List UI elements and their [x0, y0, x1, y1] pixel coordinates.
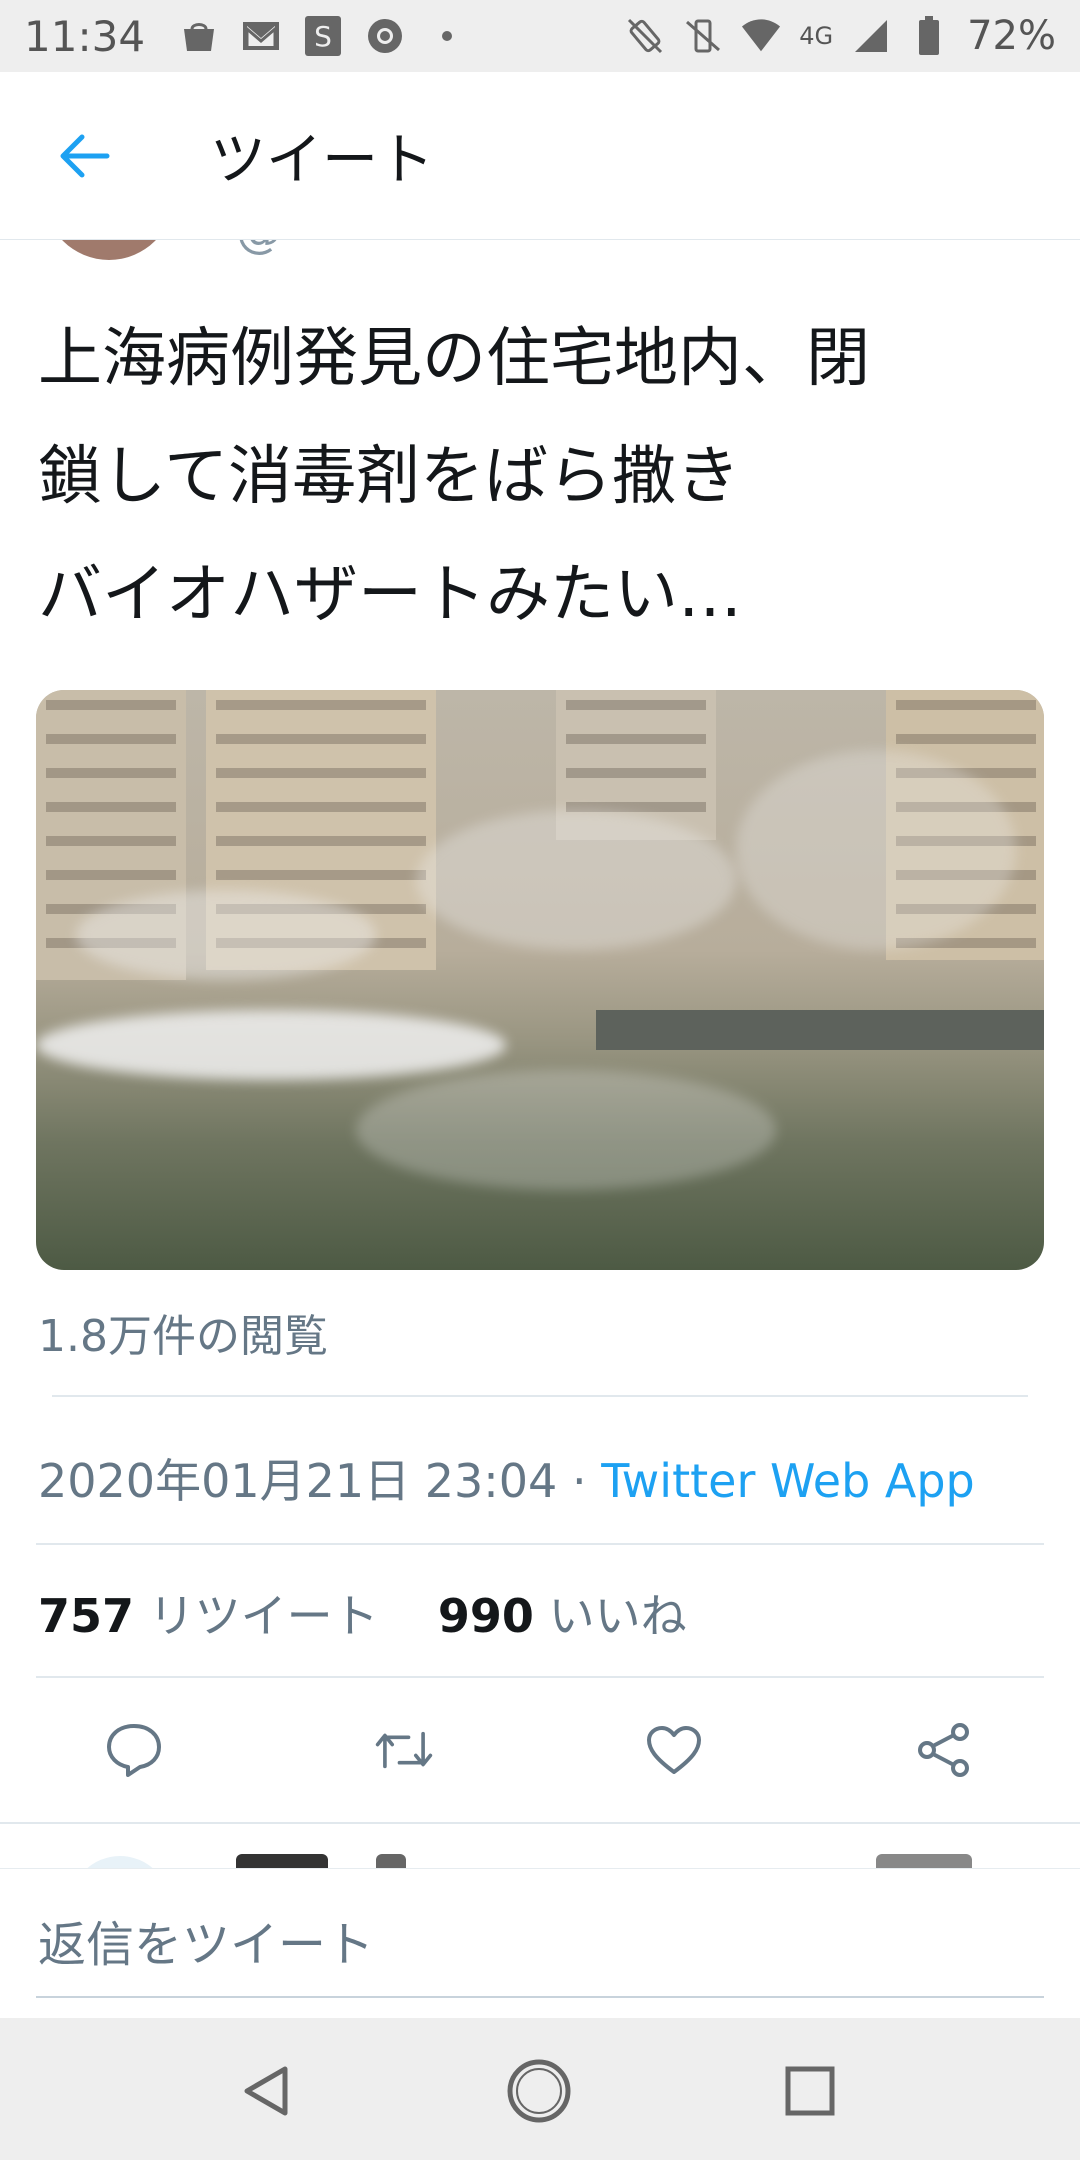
share-icon[interactable]: [914, 1720, 974, 1780]
vibrate-icon: [625, 16, 665, 56]
like-count: 990: [437, 1589, 534, 1643]
battery-icon: [909, 16, 949, 56]
tweet-text-line: バイオハザートみたい…: [38, 558, 742, 632]
author-row: @·····: [0, 240, 1080, 270]
page-title: ツイート: [210, 128, 434, 193]
tweet-text-line: 鎖して消毒剤をばら撒き: [38, 440, 741, 514]
status-bar: 11:34 S 4G 72%: [0, 0, 1080, 72]
like-icon[interactable]: [644, 1720, 704, 1780]
next-reply-peek: [0, 1840, 1080, 1868]
battery-percent: 72%: [967, 13, 1056, 59]
reply-composer: 返信をツイート: [0, 1868, 1080, 2018]
divider: [36, 1543, 1044, 1545]
avatar[interactable]: [44, 240, 174, 260]
system-icons: 4G 72%: [625, 13, 1056, 59]
tweet-text-line: 上海病例発見の住宅地内、閉: [38, 322, 870, 396]
divider: [52, 1395, 1028, 1397]
tweet-media-image[interactable]: [36, 690, 1044, 1270]
wifi-icon: [741, 16, 781, 56]
back-arrow-icon[interactable]: [54, 126, 114, 186]
mute-icon: [683, 16, 723, 56]
divider: [36, 1676, 1044, 1678]
status-time: 11:34: [24, 11, 146, 61]
nav-recents-icon[interactable]: [777, 2058, 843, 2124]
more-dot-icon: [427, 16, 467, 56]
tweet-timestamp: 2020年01月21日 23:04 ·: [38, 1454, 602, 1508]
network-type: 4G: [799, 22, 834, 50]
notification-icons: S: [179, 16, 467, 56]
market-icon: [179, 16, 219, 56]
gmail-icon: [241, 16, 281, 56]
signal-icon: [851, 16, 891, 56]
tweet-text: 上海病例発見の住宅地内、閉 鎖して消毒剤をばら撒き バイオハザートみたい…: [38, 300, 1048, 654]
retweet-count: 757: [38, 1589, 135, 1643]
divider: [0, 1822, 1080, 1824]
svg-text:S: S: [314, 20, 332, 53]
system-navigation-bar: [0, 2018, 1080, 2160]
reply-icon[interactable]: [104, 1720, 164, 1780]
author-handle[interactable]: @·····: [236, 240, 355, 258]
nav-home-icon[interactable]: [506, 2058, 572, 2124]
tweet-meta: 2020年01月21日 23:04 · Twitter Web App: [38, 1445, 975, 1511]
like-label: いいね: [548, 1589, 687, 1643]
retweet-icon[interactable]: [374, 1720, 434, 1780]
retweet-label: リツイート: [148, 1589, 379, 1643]
retweet-stat[interactable]: 757 リツイート: [38, 1589, 379, 1643]
nav-back-icon[interactable]: [234, 2058, 300, 2124]
tweet-stats: 757 リツイート 990 いいね: [38, 1580, 687, 1646]
reply-input-underline: [36, 1996, 1044, 1998]
app-header: ツイート: [0, 72, 1080, 240]
like-stat[interactable]: 990 いいね: [438, 1589, 687, 1643]
view-count: 1.8万件の閲覧: [38, 1311, 328, 1362]
chrome-icon: [365, 16, 405, 56]
reply-input[interactable]: 返信をツイート: [38, 1905, 374, 1975]
tweet-source-link[interactable]: Twitter Web App: [601, 1454, 975, 1508]
s-app-icon: S: [303, 16, 343, 56]
tweet-actions: [0, 1700, 1080, 1800]
